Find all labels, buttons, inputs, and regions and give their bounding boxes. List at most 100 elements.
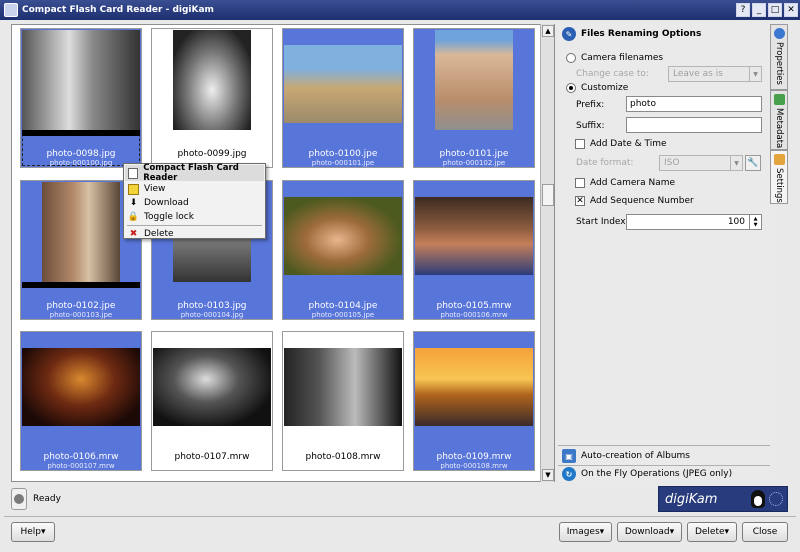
thumbnail-name: photo-0102.jpe <box>46 301 116 311</box>
chevron-down-icon: ▾ <box>599 527 605 537</box>
menu-item-toggle-lock[interactable]: 🔒 Toggle lock <box>124 210 265 224</box>
title-bar: Compact Flash Card Reader - digiKam ? _ … <box>0 0 800 20</box>
tab-properties[interactable]: Properties <box>770 24 788 90</box>
images-button[interactable]: Images ▾ <box>559 522 612 542</box>
thumbnail-item[interactable]: photo-0101.jpe photo-000102.jpe <box>413 28 535 168</box>
thumbnail-item[interactable]: photo-0106.mrw photo-000107.mrw <box>20 331 142 471</box>
thumbnail-new-name: photo-000107.mrw <box>47 462 115 470</box>
close-button[interactable]: Close <box>742 522 788 542</box>
menu-item-delete[interactable]: ✖ Delete <box>124 227 265 241</box>
info-icon <box>773 28 785 39</box>
rename-icon: ✎ <box>562 27 576 41</box>
minimize-button[interactable]: _ <box>752 3 766 17</box>
download-button[interactable]: Download ▾ <box>617 522 682 542</box>
files-renaming-header[interactable]: ✎ Files Renaming Options <box>558 24 770 44</box>
thumbnail-item[interactable]: photo-0098.jpg photo-000100.jpg <box>20 28 142 168</box>
photo-thumbnail <box>153 348 271 426</box>
chevron-down-icon: ▾ <box>669 527 675 537</box>
chevron-down-icon: ▾ <box>724 527 730 537</box>
thumbnail-item[interactable]: photo-0108.mrw <box>282 331 404 471</box>
help-window-button[interactable]: ? <box>736 3 750 17</box>
thumbnail-name: photo-0098.jpg <box>46 149 116 159</box>
camera-filenames-radio[interactable] <box>566 53 576 63</box>
photo-thumbnail <box>435 30 513 130</box>
status-bar: Ready <box>11 486 555 512</box>
thumbnail-name: photo-0106.mrw <box>43 452 119 462</box>
scroll-down-button[interactable]: ▼ <box>542 469 554 481</box>
scroll-handle[interactable] <box>542 184 554 206</box>
thumbnail-new-name: photo-000105.jpe <box>311 311 375 319</box>
chevron-down-icon: ▼ <box>749 67 761 81</box>
renaming-panel: ✎ Files Renaming Options Camera filename… <box>558 24 770 482</box>
vertical-scrollbar[interactable]: ▲ ▼ <box>540 24 554 482</box>
spin-arrows-icon[interactable]: ▲ ▼ <box>749 215 761 229</box>
menu-item-view[interactable]: View <box>124 182 265 196</box>
menu-item-download[interactable]: ⬇ Download <box>124 196 265 210</box>
rotate-icon: ↻ <box>562 467 576 481</box>
tab-metadata[interactable]: Metadata <box>770 90 788 150</box>
wrench-icon[interactable]: 🔧 <box>745 155 761 171</box>
photo-thumbnail <box>415 197 533 275</box>
photo-thumbnail <box>173 30 251 130</box>
customize-radio[interactable] <box>566 83 576 93</box>
sidebar-tabs: Properties Metadata Settings <box>770 24 788 204</box>
on-the-fly-header[interactable]: ↻ On the Fly Operations (JPEG only) <box>558 464 770 484</box>
help-button[interactable]: Help ▾ <box>11 522 55 542</box>
metadata-icon <box>773 94 785 105</box>
album-icon: ▣ <box>562 449 576 463</box>
view-icon <box>128 183 139 195</box>
prefix-label: Prefix: <box>576 100 605 110</box>
app-icon[interactable] <box>4 3 18 17</box>
thumbnail-new-name: photo-000104.jpg <box>180 311 244 319</box>
add-camera-name-option[interactable]: Add Camera Name <box>575 178 675 188</box>
thumbnail-item[interactable]: photo-0109.mrw photo-000108.mrw <box>413 331 535 471</box>
delete-icon: ✖ <box>129 229 138 239</box>
photo-thumbnail <box>284 45 402 123</box>
maximize-button[interactable]: □ <box>768 3 782 17</box>
settings-icon <box>773 154 785 165</box>
thumbnail-item[interactable]: photo-0105.mrw photo-000106.mrw <box>413 180 535 320</box>
chevron-down-icon: ▼ <box>730 156 742 170</box>
thumbnail-view[interactable]: photo-0098.jpg photo-000100.jpg photo-00… <box>11 24 555 482</box>
thumbnail-item[interactable]: photo-0107.mrw <box>151 331 273 471</box>
status-text: Ready <box>33 494 61 504</box>
thumbnail-new-name: photo-000103.jpe <box>49 311 113 319</box>
prefix-input[interactable]: photo <box>626 96 762 112</box>
auto-albums-header[interactable]: ▣ Auto-creation of Albums <box>558 446 770 466</box>
delete-button[interactable]: Delete ▾ <box>687 522 737 542</box>
digikam-logo: digiKam <box>658 486 788 512</box>
thumbnail-item[interactable]: photo-0100.jpe photo-000101.jpe <box>282 28 404 168</box>
add-camera-name-checkbox[interactable] <box>575 178 585 188</box>
close-window-button[interactable]: ✕ <box>784 3 798 17</box>
change-case-select[interactable]: Leave as is ▼ <box>668 66 762 82</box>
scroll-up-button[interactable]: ▲ <box>542 25 554 37</box>
add-sequence-number-option[interactable]: ✕ Add Sequence Number <box>575 196 694 206</box>
customize-option[interactable]: Customize <box>566 83 628 93</box>
thumbnail-name: photo-0107.mrw <box>174 452 250 462</box>
suffix-label: Suffix: <box>576 121 605 131</box>
camera-filenames-option[interactable]: Camera filenames <box>566 53 663 63</box>
window-title: Compact Flash Card Reader - digiKam <box>22 5 214 15</box>
thumbnail-new-name: photo-000101.jpe <box>311 159 375 167</box>
thumbnail-name: photo-0101.jpe <box>439 149 509 159</box>
chevron-down-icon: ▾ <box>41 527 46 537</box>
thumbnail-item[interactable]: photo-0104.jpe photo-000105.jpe <box>282 180 404 320</box>
tab-settings[interactable]: Settings <box>770 150 788 204</box>
download-arrow-icon: ⬇ <box>129 198 138 208</box>
add-date-time-checkbox[interactable] <box>575 139 585 149</box>
busy-clock-icon <box>769 492 783 506</box>
add-date-time-option[interactable]: Add Date & Time <box>575 139 667 149</box>
thumbnail-item[interactable]: photo-0099.jpg <box>151 28 273 168</box>
thumbnail-name: photo-0099.jpg <box>177 149 247 159</box>
add-sequence-number-checkbox[interactable]: ✕ <box>575 196 585 206</box>
thumbnail-name: photo-0105.mrw <box>436 301 512 311</box>
thumbnail-new-name: photo-000108.mrw <box>440 462 508 470</box>
photo-thumbnail <box>22 348 140 426</box>
context-menu-header: Compact Flash Card Reader <box>125 163 264 183</box>
start-index-spinbox[interactable]: 100 ▲ ▼ <box>626 214 762 230</box>
date-format-select[interactable]: ISO ▼ <box>659 155 743 171</box>
suffix-input[interactable] <box>626 117 762 133</box>
photo-thumbnail <box>22 30 140 130</box>
photo-thumbnail <box>284 348 402 426</box>
camera-icon <box>128 167 139 179</box>
